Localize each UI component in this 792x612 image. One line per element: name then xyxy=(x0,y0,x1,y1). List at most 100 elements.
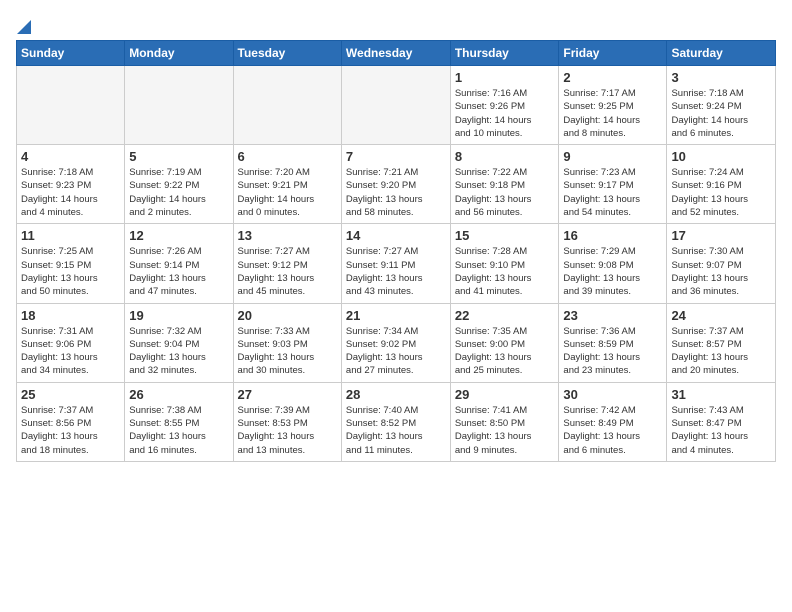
calendar-cell xyxy=(17,66,125,145)
calendar-cell: 22 Sunrise: 7:35 AM Sunset: 9:00 PM Dayli… xyxy=(450,303,559,382)
day-info: Sunrise: 7:41 AM Sunset: 8:50 PM Dayligh… xyxy=(455,404,555,457)
calendar-cell: 19 Sunrise: 7:32 AM Sunset: 9:04 PM Dayli… xyxy=(125,303,233,382)
calendar-cell: 17 Sunrise: 7:30 AM Sunset: 9:07 PM Dayli… xyxy=(667,224,776,303)
day-number: 10 xyxy=(671,149,771,164)
calendar-cell xyxy=(233,66,341,145)
col-header-tuesday: Tuesday xyxy=(233,41,341,66)
calendar-cell: 24Sunrise: 7:37 AM Sunset: 8:57 PM Dayli… xyxy=(667,303,776,382)
day-info: Sunrise: 7:42 AM Sunset: 8:49 PM Dayligh… xyxy=(563,404,662,457)
day-info: Sunrise: 7:28 AM Sunset: 9:10 PM Dayligh… xyxy=(455,245,555,298)
day-info: Sunrise: 7:30 AM Sunset: 9:07 PM Dayligh… xyxy=(671,245,771,298)
col-header-friday: Friday xyxy=(559,41,667,66)
calendar-cell: 1 Sunrise: 7:16 AM Sunset: 9:26 PM Daylig… xyxy=(450,66,559,145)
day-number: 26 xyxy=(129,387,228,402)
day-info: Sunrise: 7:37 AM Sunset: 8:56 PM Dayligh… xyxy=(21,404,120,457)
col-header-thursday: Thursday xyxy=(450,41,559,66)
calendar-cell: 16 Sunrise: 7:29 AM Sunset: 9:08 PM Dayli… xyxy=(559,224,667,303)
calendar-cell: 6 Sunrise: 7:20 AM Sunset: 9:21 PM Daylig… xyxy=(233,145,341,224)
day-number: 8 xyxy=(455,149,555,164)
day-number: 24 xyxy=(671,308,771,323)
day-number: 7 xyxy=(346,149,446,164)
day-number: 17 xyxy=(671,228,771,243)
calendar-cell: 29 Sunrise: 7:41 AM Sunset: 8:50 PM Dayli… xyxy=(450,382,559,461)
day-number: 15 xyxy=(455,228,555,243)
day-info: Sunrise: 7:34 AM Sunset: 9:02 PM Dayligh… xyxy=(346,325,446,378)
day-info: Sunrise: 7:38 AM Sunset: 8:55 PM Dayligh… xyxy=(129,404,228,457)
day-number: 6 xyxy=(238,149,337,164)
calendar-cell: 30 Sunrise: 7:42 AM Sunset: 8:49 PM Dayli… xyxy=(559,382,667,461)
day-number: 16 xyxy=(563,228,662,243)
day-info: Sunrise: 7:21 AM Sunset: 9:20 PM Dayligh… xyxy=(346,166,446,219)
calendar-cell: 28 Sunrise: 7:40 AM Sunset: 8:52 PM Dayli… xyxy=(341,382,450,461)
day-info: Sunrise: 7:40 AM Sunset: 8:52 PM Dayligh… xyxy=(346,404,446,457)
day-info: Sunrise: 7:22 AM Sunset: 9:18 PM Dayligh… xyxy=(455,166,555,219)
col-header-monday: Monday xyxy=(125,41,233,66)
col-header-wednesday: Wednesday xyxy=(341,41,450,66)
day-info: Sunrise: 7:29 AM Sunset: 9:08 PM Dayligh… xyxy=(563,245,662,298)
day-number: 3 xyxy=(671,70,771,85)
day-number: 28 xyxy=(346,387,446,402)
day-info: Sunrise: 7:35 AM Sunset: 9:00 PM Dayligh… xyxy=(455,325,555,378)
day-info: Sunrise: 7:27 AM Sunset: 9:12 PM Dayligh… xyxy=(238,245,337,298)
day-number: 5 xyxy=(129,149,228,164)
day-number: 1 xyxy=(455,70,555,85)
day-info: Sunrise: 7:43 AM Sunset: 8:47 PM Dayligh… xyxy=(671,404,771,457)
calendar-cell xyxy=(341,66,450,145)
calendar-cell: 4 Sunrise: 7:18 AM Sunset: 9:23 PM Daylig… xyxy=(17,145,125,224)
calendar-cell: 9 Sunrise: 7:23 AM Sunset: 9:17 PM Daylig… xyxy=(559,145,667,224)
calendar-cell: 31 Sunrise: 7:43 AM Sunset: 8:47 PM Dayli… xyxy=(667,382,776,461)
calendar-cell: 14Sunrise: 7:27 AM Sunset: 9:11 PM Dayli… xyxy=(341,224,450,303)
day-info: Sunrise: 7:18 AM Sunset: 9:24 PM Dayligh… xyxy=(671,87,771,140)
col-header-saturday: Saturday xyxy=(667,41,776,66)
day-info: Sunrise: 7:31 AM Sunset: 9:06 PM Dayligh… xyxy=(21,325,120,378)
logo-icon xyxy=(17,16,31,34)
day-number: 20 xyxy=(238,308,337,323)
day-info: Sunrise: 7:20 AM Sunset: 9:21 PM Dayligh… xyxy=(238,166,337,219)
day-number: 27 xyxy=(238,387,337,402)
day-number: 30 xyxy=(563,387,662,402)
day-number: 11 xyxy=(21,228,120,243)
day-info: Sunrise: 7:18 AM Sunset: 9:23 PM Dayligh… xyxy=(21,166,120,219)
day-number: 4 xyxy=(21,149,120,164)
day-number: 2 xyxy=(563,70,662,85)
calendar-cell: 25 Sunrise: 7:37 AM Sunset: 8:56 PM Dayli… xyxy=(17,382,125,461)
calendar-cell: 2 Sunrise: 7:17 AM Sunset: 9:25 PM Daylig… xyxy=(559,66,667,145)
calendar-cell: 12Sunrise: 7:26 AM Sunset: 9:14 PM Dayli… xyxy=(125,224,233,303)
calendar-cell: 26 Sunrise: 7:38 AM Sunset: 8:55 PM Dayli… xyxy=(125,382,233,461)
calendar-cell: 8 Sunrise: 7:22 AM Sunset: 9:18 PM Daylig… xyxy=(450,145,559,224)
calendar-cell: 21 Sunrise: 7:34 AM Sunset: 9:02 PM Dayli… xyxy=(341,303,450,382)
page-header xyxy=(16,16,776,32)
calendar-cell: 23 Sunrise: 7:36 AM Sunset: 8:59 PM Dayli… xyxy=(559,303,667,382)
day-number: 21 xyxy=(346,308,446,323)
day-info: Sunrise: 7:32 AM Sunset: 9:04 PM Dayligh… xyxy=(129,325,228,378)
calendar-cell: 7 Sunrise: 7:21 AM Sunset: 9:20 PM Daylig… xyxy=(341,145,450,224)
calendar-table: SundayMondayTuesdayWednesdayThursdayFrid… xyxy=(16,40,776,462)
day-info: Sunrise: 7:26 AM Sunset: 9:14 PM Dayligh… xyxy=(129,245,228,298)
day-info: Sunrise: 7:36 AM Sunset: 8:59 PM Dayligh… xyxy=(563,325,662,378)
day-number: 9 xyxy=(563,149,662,164)
calendar-cell: 27 Sunrise: 7:39 AM Sunset: 8:53 PM Dayli… xyxy=(233,382,341,461)
calendar-cell: 11 Sunrise: 7:25 AM Sunset: 9:15 PM Dayli… xyxy=(17,224,125,303)
calendar-cell: 15 Sunrise: 7:28 AM Sunset: 9:10 PM Dayli… xyxy=(450,224,559,303)
calendar-cell: 3 Sunrise: 7:18 AM Sunset: 9:24 PM Daylig… xyxy=(667,66,776,145)
day-number: 18 xyxy=(21,308,120,323)
calendar-cell: 13 Sunrise: 7:27 AM Sunset: 9:12 PM Dayli… xyxy=(233,224,341,303)
day-info: Sunrise: 7:16 AM Sunset: 9:26 PM Dayligh… xyxy=(455,87,555,140)
calendar-cell: 5 Sunrise: 7:19 AM Sunset: 9:22 PM Daylig… xyxy=(125,145,233,224)
day-number: 23 xyxy=(563,308,662,323)
logo xyxy=(16,16,31,32)
day-info: Sunrise: 7:17 AM Sunset: 9:25 PM Dayligh… xyxy=(563,87,662,140)
day-number: 13 xyxy=(238,228,337,243)
day-number: 19 xyxy=(129,308,228,323)
day-number: 29 xyxy=(455,387,555,402)
day-number: 31 xyxy=(671,387,771,402)
day-info: Sunrise: 7:39 AM Sunset: 8:53 PM Dayligh… xyxy=(238,404,337,457)
day-info: Sunrise: 7:19 AM Sunset: 9:22 PM Dayligh… xyxy=(129,166,228,219)
day-info: Sunrise: 7:25 AM Sunset: 9:15 PM Dayligh… xyxy=(21,245,120,298)
day-info: Sunrise: 7:23 AM Sunset: 9:17 PM Dayligh… xyxy=(563,166,662,219)
calendar-cell: 20Sunrise: 7:33 AM Sunset: 9:03 PM Dayli… xyxy=(233,303,341,382)
day-number: 25 xyxy=(21,387,120,402)
calendar-cell: 18 Sunrise: 7:31 AM Sunset: 9:06 PM Dayli… xyxy=(17,303,125,382)
day-info: Sunrise: 7:27 AM Sunset: 9:11 PM Dayligh… xyxy=(346,245,446,298)
day-number: 22 xyxy=(455,308,555,323)
